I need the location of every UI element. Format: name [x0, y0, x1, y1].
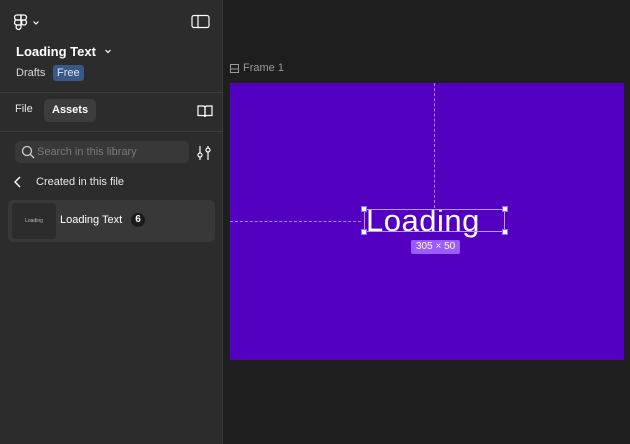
- file-title[interactable]: Loading Text: [16, 44, 96, 59]
- tab-file[interactable]: File: [15, 103, 33, 115]
- search-icon: [21, 145, 35, 159]
- alignment-guide: [434, 83, 435, 208]
- file-location[interactable]: Drafts: [16, 67, 45, 79]
- component-list-item[interactable]: Loading Loading Text 6: [8, 200, 215, 242]
- canvas[interactable]: Frame 1 Loading 305 × 50: [224, 0, 630, 444]
- frame-label[interactable]: Frame 1: [230, 62, 284, 74]
- component-thumbnail: Loading: [12, 203, 56, 239]
- selection-box[interactable]: [364, 209, 505, 232]
- chevron-down-icon: [33, 21, 39, 25]
- sidebar-toggle-icon[interactable]: [191, 14, 211, 30]
- component-name: Loading Text: [60, 214, 123, 226]
- component-count-badge: 6: [131, 213, 145, 227]
- left-sidebar: Loading Text Drafts Free File Assets Cre…: [0, 0, 223, 444]
- section-label: Created in this file: [36, 176, 125, 188]
- figma-logo-icon: [14, 14, 28, 31]
- tab-assets[interactable]: Assets: [44, 99, 97, 122]
- resize-handle-top-left[interactable]: [361, 206, 367, 212]
- sidebar-topbar: [0, 0, 223, 44]
- frame[interactable]: Loading 305 × 50: [230, 83, 624, 360]
- chevron-down-icon[interactable]: [103, 46, 113, 56]
- chevron-left-icon: [14, 176, 21, 188]
- library-search: [15, 141, 189, 163]
- divider: [0, 131, 223, 132]
- book-icon[interactable]: [197, 104, 213, 118]
- resize-handle-bottom-left[interactable]: [361, 229, 367, 235]
- main-menu-button[interactable]: [14, 12, 46, 34]
- frame-name: Frame 1: [243, 62, 284, 74]
- dimensions-badge: 305 × 50: [411, 240, 461, 254]
- filter-icon[interactable]: [196, 145, 212, 161]
- resize-handle-top-right[interactable]: [502, 206, 508, 212]
- alignment-guide: [230, 221, 361, 222]
- plan-badge: Free: [53, 65, 84, 81]
- resize-handle-bottom-right[interactable]: [502, 229, 508, 235]
- search-input[interactable]: [37, 141, 185, 163]
- frame-icon: [230, 63, 239, 73]
- back-to-libraries-button[interactable]: Created in this file: [10, 173, 124, 191]
- divider: [0, 92, 223, 93]
